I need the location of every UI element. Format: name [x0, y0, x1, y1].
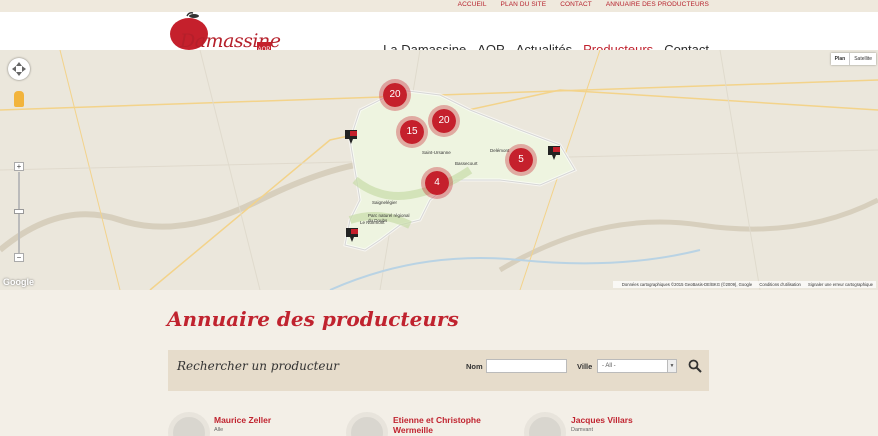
page-title: Annuaire des producteurs [167, 307, 459, 331]
city-label: Ville [577, 362, 593, 371]
name-label: Nom [466, 362, 483, 371]
map-type-switch: Plan Satellite [830, 53, 876, 65]
map-town-label: Saint-Ursanne [422, 150, 451, 155]
map-cluster[interactable]: 15 [396, 116, 428, 148]
map-marker-icon[interactable] [548, 146, 560, 160]
map-town-label: Parc naturel régional du Doubs [368, 213, 410, 223]
top-bar: ACCUEIL PLAN DU SITE CONTACT ANNUAIRE DE… [0, 0, 878, 12]
top-link-contact[interactable]: CONTACT [560, 1, 592, 8]
street-view-pegman-icon[interactable] [14, 91, 24, 107]
name-input[interactable] [486, 359, 567, 373]
city-select[interactable]: - All - ▼ [597, 359, 677, 373]
header: Damassine Appellation d'origine protégée… [0, 12, 878, 57]
map-town-label: Bassecourt [455, 161, 478, 166]
producer-avatar[interactable] [168, 412, 210, 436]
top-link-directory[interactable]: ANNUAIRE DES PRODUCTEURS [606, 1, 709, 8]
zoom-out-button[interactable]: − [14, 253, 24, 262]
report-error-link[interactable]: Signaler une erreur cartographique [808, 282, 873, 287]
top-links: ACCUEIL PLAN DU SITE CONTACT ANNUAIRE DE… [444, 1, 709, 8]
map-marker-icon[interactable] [345, 130, 357, 144]
map-cluster[interactable]: 20 [379, 79, 411, 111]
map-town-label: Saignelégier [372, 200, 398, 205]
pan-arrows-icon [12, 62, 26, 76]
map-type-satellite-button[interactable]: Satellite [849, 53, 876, 65]
map-cluster[interactable]: 4 [421, 167, 453, 199]
producer-search-bar: Rechercher un producteur Nom Ville - All… [168, 350, 709, 391]
search-heading: Rechercher un producteur [177, 359, 339, 373]
map-cluster[interactable]: 20 [428, 105, 460, 137]
producer-name[interactable]: Maurice Zeller [214, 415, 271, 425]
producer-avatar[interactable] [346, 412, 388, 436]
zoom-in-button[interactable]: + [14, 162, 24, 171]
zoom-slider-thumb[interactable] [14, 209, 24, 214]
map-data-credit: Données cartographiques ©2015 GeoBasis-D… [621, 282, 753, 287]
chevron-down-icon: ▼ [667, 360, 676, 372]
producer-name[interactable]: Etienne et Christophe Wermeille [393, 415, 503, 435]
producer-city: Alle [214, 427, 224, 433]
terms-link[interactable]: Conditions d'utilisation [759, 282, 801, 287]
map-attribution: Données cartographiques ©2015 GeoBasis-D… [612, 281, 876, 288]
producer-map[interactable]: Saint-Ursanne Bassecourt Delémont Saigne… [0, 50, 878, 290]
map-marker-icon[interactable] [346, 228, 358, 242]
map-cluster[interactable]: 5 [505, 144, 537, 176]
producer-name[interactable]: Jacques Villars [571, 415, 633, 425]
city-select-value: - All - [602, 363, 616, 369]
map-type-plan-button[interactable]: Plan [830, 53, 850, 65]
top-link-sitemap[interactable]: PLAN DU SITE [501, 1, 547, 8]
producer-city: Damvant [571, 427, 594, 433]
pan-control[interactable] [8, 58, 30, 80]
producer-avatar[interactable] [524, 412, 566, 436]
top-link-home[interactable]: ACCUEIL [458, 1, 487, 8]
google-logo: Google [3, 277, 34, 287]
search-icon[interactable] [688, 359, 702, 373]
